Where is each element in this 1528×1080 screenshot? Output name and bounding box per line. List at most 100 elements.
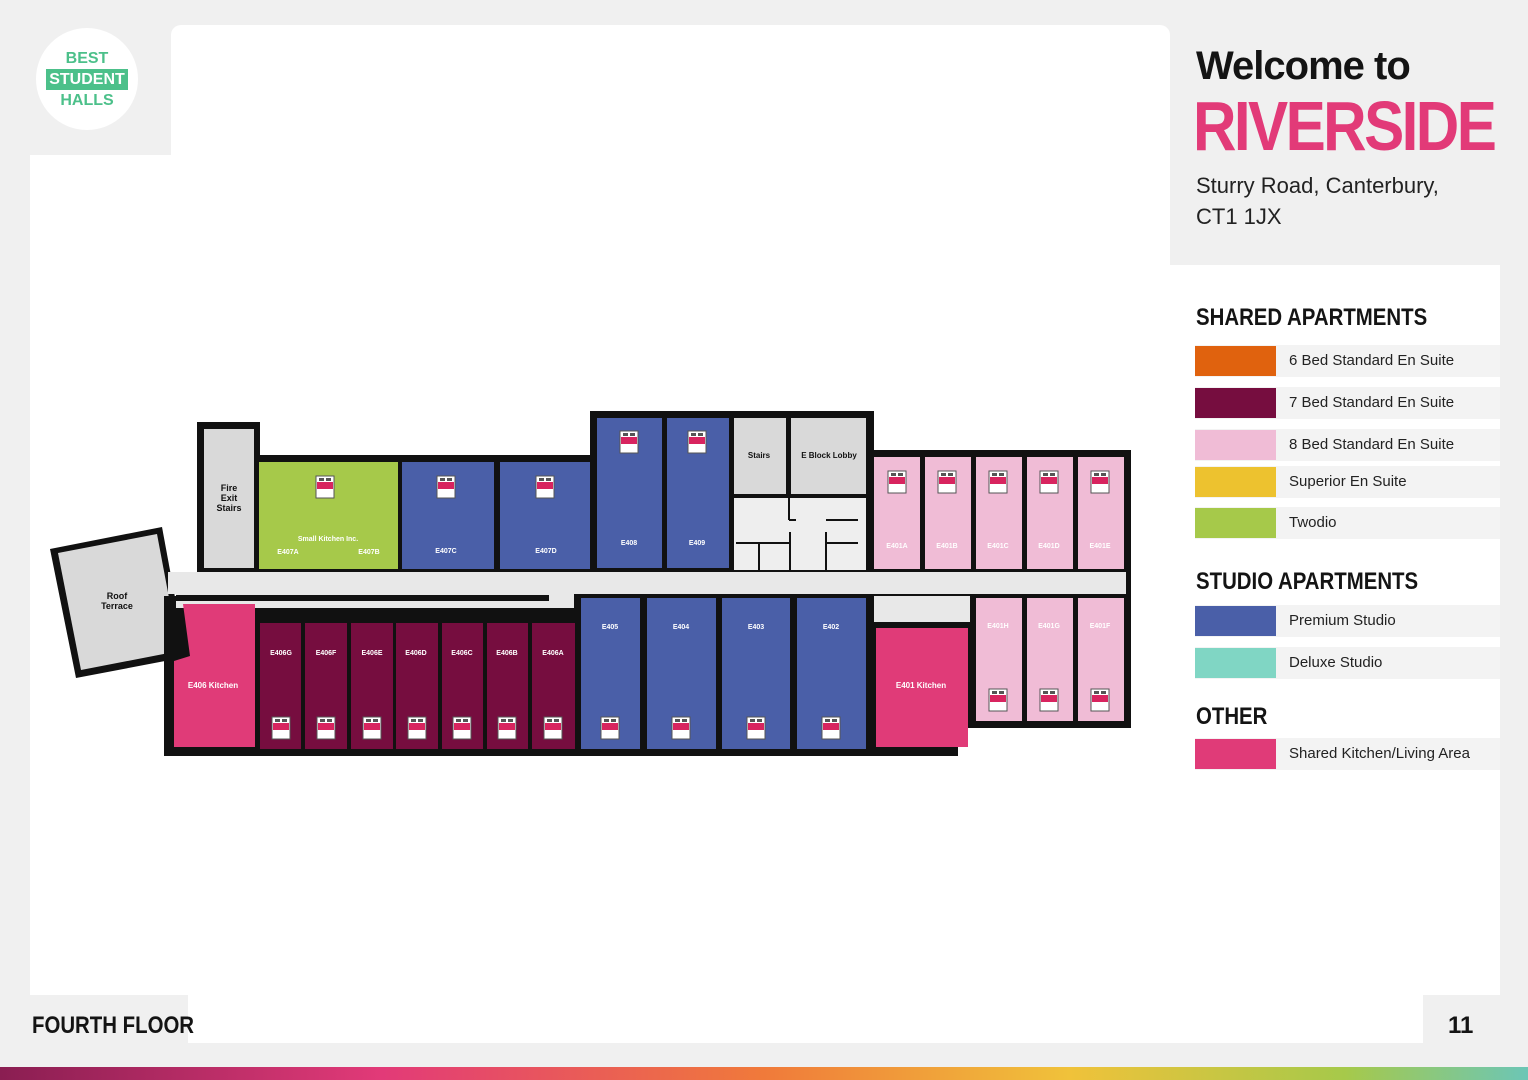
bed-icon <box>1039 688 1059 712</box>
bed-icon <box>619 430 639 454</box>
legend-label: 6 Bed Standard En Suite <box>1289 352 1455 369</box>
bed-icon <box>407 716 427 740</box>
bed-icon <box>1090 688 1110 712</box>
corridor-right <box>874 596 970 622</box>
legend-item-superior: Superior En Suite <box>1195 466 1500 498</box>
bed-icon <box>452 716 472 740</box>
welcome-text: Welcome to <box>1196 44 1411 88</box>
legend-swatch <box>1195 346 1276 376</box>
twodio-label: Small Kitchen Inc. <box>298 536 358 543</box>
legend-label: Shared Kitchen/Living Area <box>1289 745 1470 762</box>
fire-exit-label: Exit <box>221 493 238 503</box>
bed-icon <box>671 716 691 740</box>
room-label-e407d: E407D <box>535 548 556 555</box>
room-label-e406e: E406E <box>361 650 382 657</box>
legend-swatch <box>1195 467 1276 497</box>
bed-icon <box>543 716 563 740</box>
legend-label: 8 Bed Standard En Suite <box>1289 436 1455 453</box>
page-number: 11 <box>1448 1012 1474 1039</box>
legend-item-shared-kitchen: Shared Kitchen/Living Area <box>1195 738 1500 770</box>
room-label-e402: E402 <box>823 624 839 631</box>
bed-icon <box>988 470 1008 494</box>
bed-icon <box>1039 470 1059 494</box>
lobby-hall <box>734 498 866 570</box>
legend-swatch <box>1195 648 1276 678</box>
room-label-e401d: E401D <box>1038 543 1059 550</box>
bed-icon <box>937 470 957 494</box>
legend-item-7-bed: 7 Bed Standard En Suite <box>1195 387 1500 419</box>
room-label-e407b: E407B <box>358 549 379 556</box>
fire-exit-label: Fire <box>221 483 238 493</box>
room-label-e404: E404 <box>673 624 689 631</box>
room-label-e401g: E401G <box>1038 623 1060 630</box>
bed-icon <box>271 716 291 740</box>
legend-label: 7 Bed Standard En Suite <box>1289 394 1455 411</box>
room-label-e401b: E401B <box>936 543 957 550</box>
bed-icon <box>535 475 555 499</box>
bed-icon <box>315 475 335 499</box>
room-label-e403: E403 <box>748 624 764 631</box>
e406-rooms: E406G E406F E406E E406D E406C E406B E406… <box>260 623 575 749</box>
legend-item-premium-studio: Premium Studio <box>1195 605 1500 637</box>
e401-kitchen-label: E401 Kitchen <box>896 681 946 690</box>
legend-title-other: OTHER <box>1196 703 1268 730</box>
room-label-e401f: E401F <box>1090 623 1111 630</box>
fire-exit-label: Stairs <box>216 503 241 513</box>
room-label-e407a: E407A <box>277 549 298 556</box>
room-label-e401c: E401C <box>987 543 1008 550</box>
lobby-label: E Block Lobby <box>801 451 857 460</box>
legend-swatch <box>1195 430 1276 460</box>
bed-icon <box>316 716 336 740</box>
premium-bottom-rooms: E405 E404 E403 E402 <box>581 598 866 749</box>
legend-swatch <box>1195 606 1276 636</box>
room-label-e406f: E406F <box>316 650 337 657</box>
floor-label: FOURTH FLOOR <box>32 1012 195 1039</box>
legend-item-6-bed: 6 Bed Standard En Suite <box>1195 345 1500 377</box>
room-label-e406a: E406A <box>542 650 563 657</box>
roof-terrace-label: Roof <box>107 591 128 601</box>
room-label-e407c: E407C <box>435 548 456 555</box>
corridor <box>168 572 1126 594</box>
bed-icon <box>436 475 456 499</box>
legend-label: Deluxe Studio <box>1289 654 1383 671</box>
legend-title-studio: STUDIO APARTMENTS <box>1196 568 1419 595</box>
legend-panel-bottom <box>1170 990 1423 1043</box>
bed-icon <box>362 716 382 740</box>
bed-icon <box>988 688 1008 712</box>
legend-label: Superior En Suite <box>1289 473 1407 490</box>
address-line-1: Sturry Road, Canterbury, <box>1196 173 1439 198</box>
bed-icon <box>497 716 517 740</box>
legend-swatch <box>1195 508 1276 538</box>
legend-label: Premium Studio <box>1289 612 1396 629</box>
e401-bottom-rooms: E401H E401G E401F <box>976 598 1124 721</box>
corridor-divider <box>176 595 549 601</box>
e401-top-rooms: E401A E401B E401C E401D E401E <box>874 457 1124 569</box>
bed-icon <box>600 716 620 740</box>
room-label-e401a: E401A <box>886 543 907 550</box>
address: Sturry Road, Canterbury, CT1 1JX <box>1196 170 1486 232</box>
legend-item-twodio: Twodio <box>1195 507 1500 539</box>
legend-title-shared: SHARED APARTMENTS <box>1196 304 1428 331</box>
legend-item-8-bed: 8 Bed Standard En Suite <box>1195 429 1500 461</box>
legend-swatch <box>1195 388 1276 418</box>
floor-plan: Fire Exit Stairs Small Kitchen Inc. E407… <box>50 411 1131 756</box>
stairs-label: Stairs <box>748 451 771 460</box>
legend-swatch <box>1195 739 1276 769</box>
bed-icon <box>887 470 907 494</box>
legend-label: Twodio <box>1289 514 1337 531</box>
room-label-e406c: E406C <box>451 650 472 657</box>
bed-icon <box>821 716 841 740</box>
e406-kitchen <box>174 604 255 747</box>
page-title: RIVERSIDE <box>1193 87 1497 165</box>
room-label-e409: E409 <box>689 540 705 547</box>
bed-icon <box>1090 470 1110 494</box>
gradient-bar <box>0 1067 1528 1080</box>
e406-kitchen-label: E406 Kitchen <box>188 681 238 690</box>
roof-terrace-label: Terrace <box>101 601 133 611</box>
room-label-e405: E405 <box>602 624 618 631</box>
room-label-e406d: E406D <box>405 650 426 657</box>
address-line-2: CT1 1JX <box>1196 204 1282 229</box>
room-label-e401e: E401E <box>1089 543 1110 550</box>
bed-icon <box>687 430 707 454</box>
room-label-e408: E408 <box>621 540 637 547</box>
